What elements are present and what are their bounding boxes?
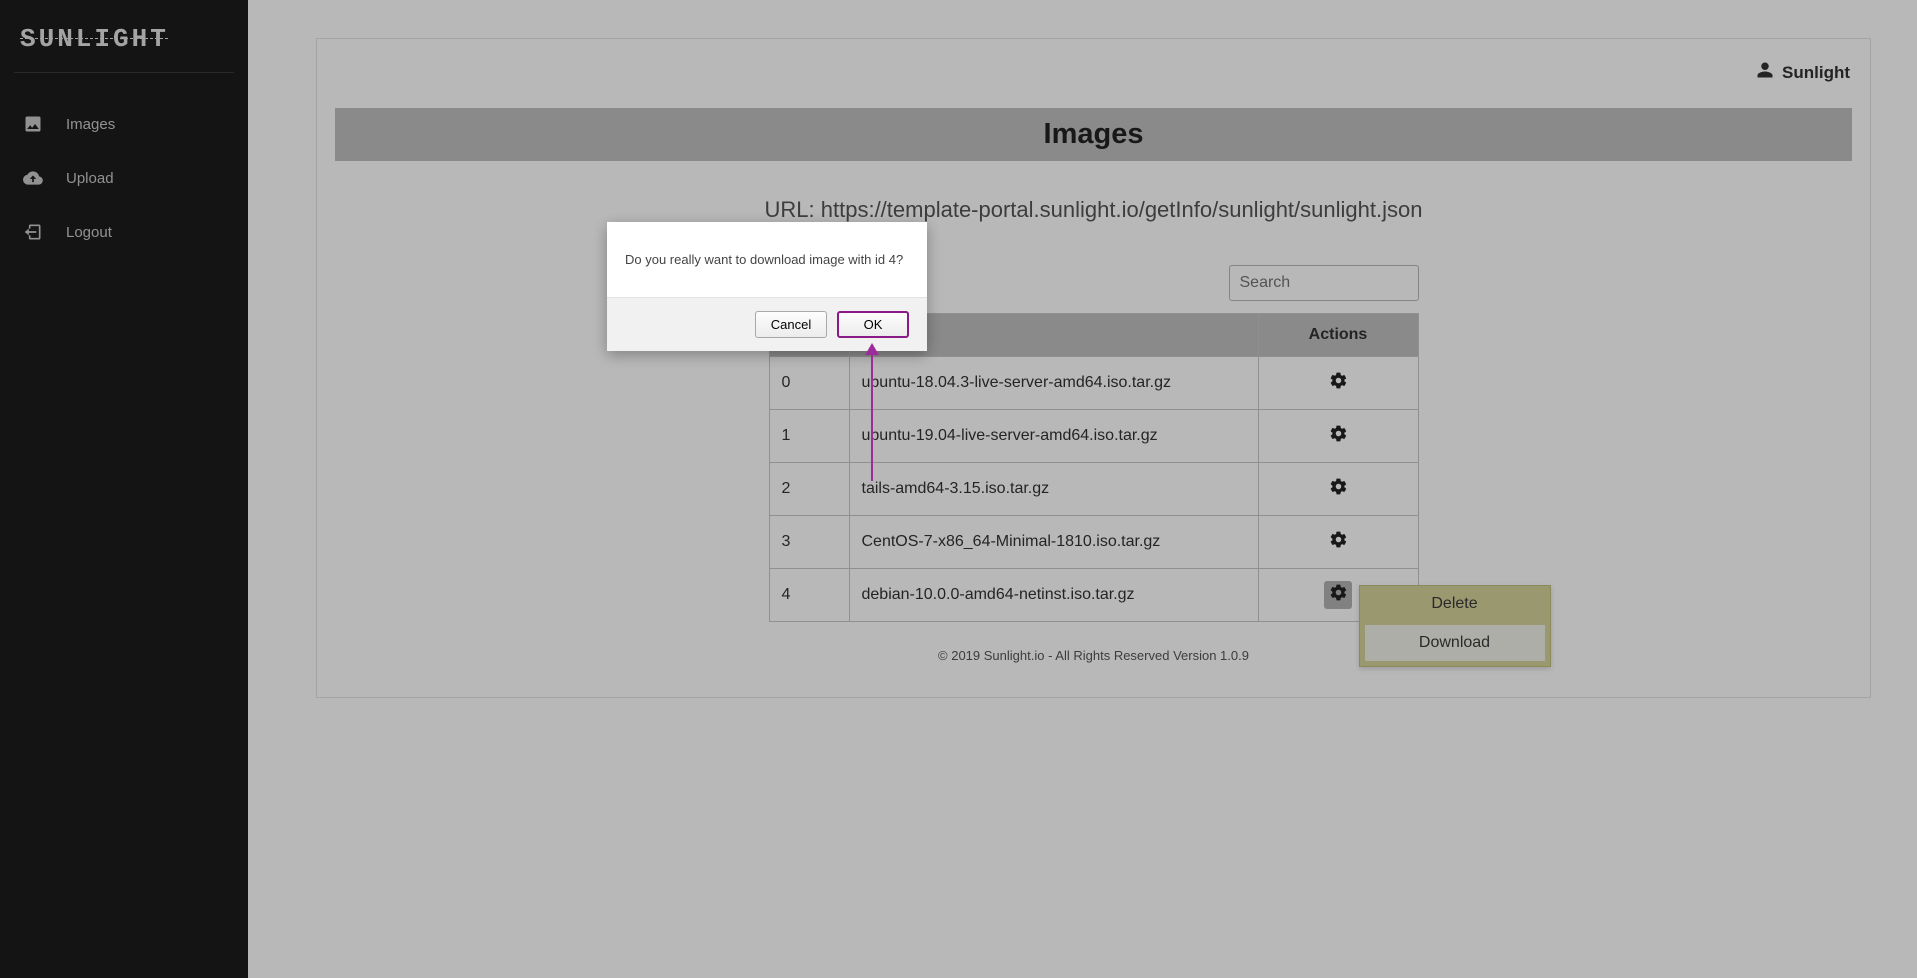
confirm-dialog: Do you really want to download image wit…	[607, 222, 927, 351]
ok-button[interactable]: OK	[837, 311, 909, 338]
dialog-message: Do you really want to download image wit…	[607, 222, 927, 297]
dialog-buttons: Cancel OK	[607, 297, 927, 351]
cancel-button[interactable]: Cancel	[755, 311, 827, 338]
modal-backdrop	[0, 0, 1917, 978]
